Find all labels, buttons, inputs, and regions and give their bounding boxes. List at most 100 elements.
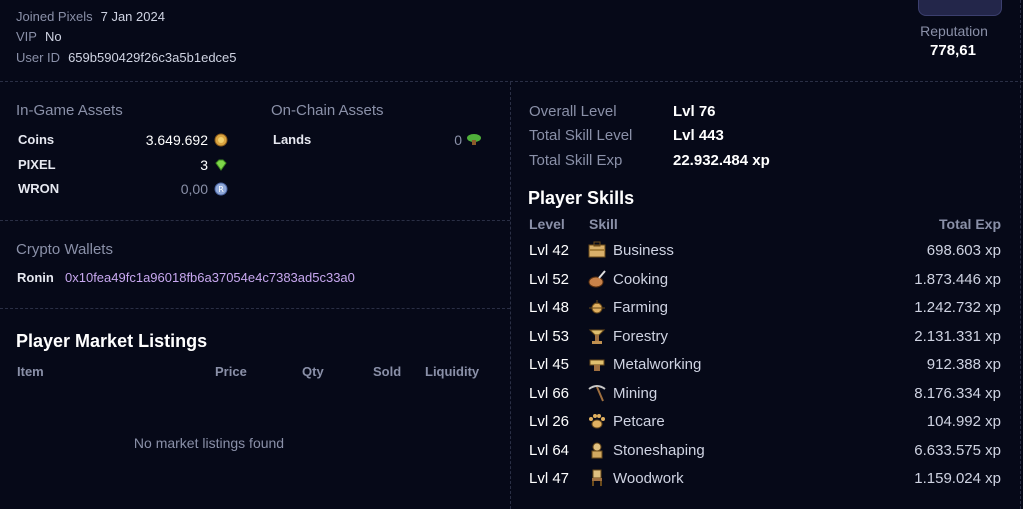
reputation-label: Reputation <box>920 23 988 39</box>
vip-value: No <box>44 29 62 44</box>
skill-row-business: Lvl 42 Business 698.603 xp <box>529 239 1001 263</box>
skill-xp: 1.242.732 xp <box>914 299 1001 316</box>
skill-row-cooking: Lvl 52 Cooking 1.873.446 xp <box>529 268 1001 292</box>
forestry-icon <box>587 327 607 345</box>
skill-level: Lvl 26 <box>529 413 570 430</box>
skill-level: Lvl 66 <box>529 385 570 402</box>
vip-row: VIP No <box>16 29 62 44</box>
market-col-item: Item <box>17 364 44 379</box>
mining-icon <box>587 384 607 402</box>
asset-value: 3 <box>200 156 208 173</box>
right-edge-divider <box>1020 0 1021 509</box>
assets-divider <box>0 220 510 221</box>
metalworking-icon <box>587 355 607 373</box>
asset-row-lands: Lands 0 <box>273 131 484 150</box>
asset-name: PIXEL <box>18 157 56 172</box>
skill-level: Lvl 64 <box>529 442 570 459</box>
joined-row: Joined Pixels 7 Jan 2024 <box>16 9 165 24</box>
skills-col-skill: Skill <box>589 216 618 232</box>
skill-xp: 8.176.334 xp <box>914 385 1001 402</box>
farming-icon <box>587 298 607 316</box>
skill-name: Forestry <box>613 328 669 345</box>
skill-name: Petcare <box>613 413 665 430</box>
reputation-value: 778,61 <box>930 42 976 59</box>
skill-name: Metalworking <box>613 356 702 373</box>
market-empty-message: No market listings found <box>133 435 285 451</box>
header-divider <box>0 81 1023 82</box>
skills-col-level: Level <box>529 216 565 232</box>
skill-row-forestry: Lvl 53 Forestry 2.131.331 xp <box>529 325 1001 349</box>
petcare-icon <box>587 412 607 430</box>
level-label: Overall Level <box>529 103 617 120</box>
market-col-price: Price <box>215 364 247 379</box>
player-skills-title: Player Skills <box>528 188 635 208</box>
skill-level: Lvl 48 <box>529 299 570 316</box>
joined-value: 7 Jan 2024 <box>100 9 165 24</box>
skill-xp: 912.388 xp <box>926 356 1001 373</box>
skill-xp: 698.603 xp <box>926 242 1001 259</box>
ingame-assets-title: In-Game Assets <box>16 102 123 119</box>
level-value: 22.932.484 xp <box>673 152 770 169</box>
asset-value: 0 <box>454 131 462 148</box>
asset-name: Coins <box>18 132 55 147</box>
skill-xp: 2.131.331 xp <box>914 328 1001 345</box>
skill-level: Lvl 53 <box>529 328 570 345</box>
asset-name: WRON <box>18 181 60 196</box>
ronin-address-link[interactable]: 0x10fea49fc1a96018fb6a37054e4c7383ad5c33… <box>65 270 355 285</box>
market-col-sold: Sold <box>373 364 402 379</box>
coin-icon <box>214 133 228 150</box>
gem-icon <box>214 158 228 175</box>
asset-value: 0,00 <box>180 180 208 197</box>
userid-label: User ID <box>16 50 61 65</box>
skill-level: Lvl 45 <box>529 356 570 373</box>
market-col-qty: Qty <box>302 364 324 379</box>
level-value: Lvl 76 <box>673 103 716 120</box>
onchain-assets-title: On-Chain Assets <box>271 102 384 119</box>
reputation-button[interactable] <box>918 0 1002 16</box>
level-value: Lvl 443 <box>673 127 724 144</box>
skill-row-woodwork: Lvl 47 Woodwork 1.159.024 xp <box>529 467 1001 491</box>
business-icon <box>587 241 607 259</box>
skill-xp: 6.633.575 xp <box>914 442 1001 459</box>
skill-name: Farming <box>613 299 669 316</box>
skill-name: Cooking <box>613 271 669 288</box>
column-divider <box>510 82 511 509</box>
ronin-label: Ronin <box>17 270 54 285</box>
market-col-liquidity: Liquidity <box>425 364 480 379</box>
land-icon <box>466 133 482 150</box>
level-label: Total Skill Level <box>529 127 633 144</box>
joined-label: Joined Pixels <box>16 9 93 24</box>
crypto-wallets-title: Crypto Wallets <box>16 241 113 258</box>
wallets-divider <box>0 308 510 309</box>
skill-xp: 1.873.446 xp <box>914 271 1001 288</box>
stoneshaping-icon <box>587 441 607 459</box>
skill-level: Lvl 52 <box>529 271 570 288</box>
vip-label: VIP <box>16 29 37 44</box>
asset-name: Lands <box>273 132 312 147</box>
cooking-icon <box>587 270 607 288</box>
skill-level: Lvl 47 <box>529 470 570 487</box>
skill-row-farming: Lvl 48 Farming 1.242.732 xp <box>529 296 1001 320</box>
userid-value: 659b590429f26c3a5b1edce5 <box>68 50 237 65</box>
skill-row-metalworking: Lvl 45 Metalworking 912.388 xp <box>529 353 1001 377</box>
total-skill-level-row: Total Skill Level Lvl 443 <box>529 127 724 144</box>
skill-name: Mining <box>613 385 658 402</box>
skill-xp: 104.992 xp <box>926 413 1001 430</box>
overall-level-row: Overall Level Lvl 76 <box>529 103 716 120</box>
ron-icon: R <box>214 182 228 199</box>
svg-text:R: R <box>218 185 224 194</box>
total-skill-exp-row: Total Skill Exp 22.932.484 xp <box>529 152 770 169</box>
level-label: Total Skill Exp <box>529 152 623 169</box>
skill-row-stoneshaping: Lvl 64 Stoneshaping 6.633.575 xp <box>529 439 1001 463</box>
asset-row-coins: Coins 3.649.692 <box>18 131 230 150</box>
skills-col-exp: Total Exp <box>939 216 1001 232</box>
skill-xp: 1.159.024 xp <box>914 470 1001 487</box>
market-listings-title: Player Market Listings <box>16 331 208 351</box>
skill-name: Business <box>613 242 674 259</box>
asset-row-wron: WRON 0,00 R <box>18 180 230 199</box>
skill-row-petcare: Lvl 26 Petcare 104.992 xp <box>529 410 1001 434</box>
skill-level: Lvl 42 <box>529 242 570 259</box>
skill-row-mining: Lvl 66 Mining 8.176.334 xp <box>529 382 1001 406</box>
skill-name: Woodwork <box>613 470 684 487</box>
asset-value: 3.649.692 <box>145 131 208 148</box>
